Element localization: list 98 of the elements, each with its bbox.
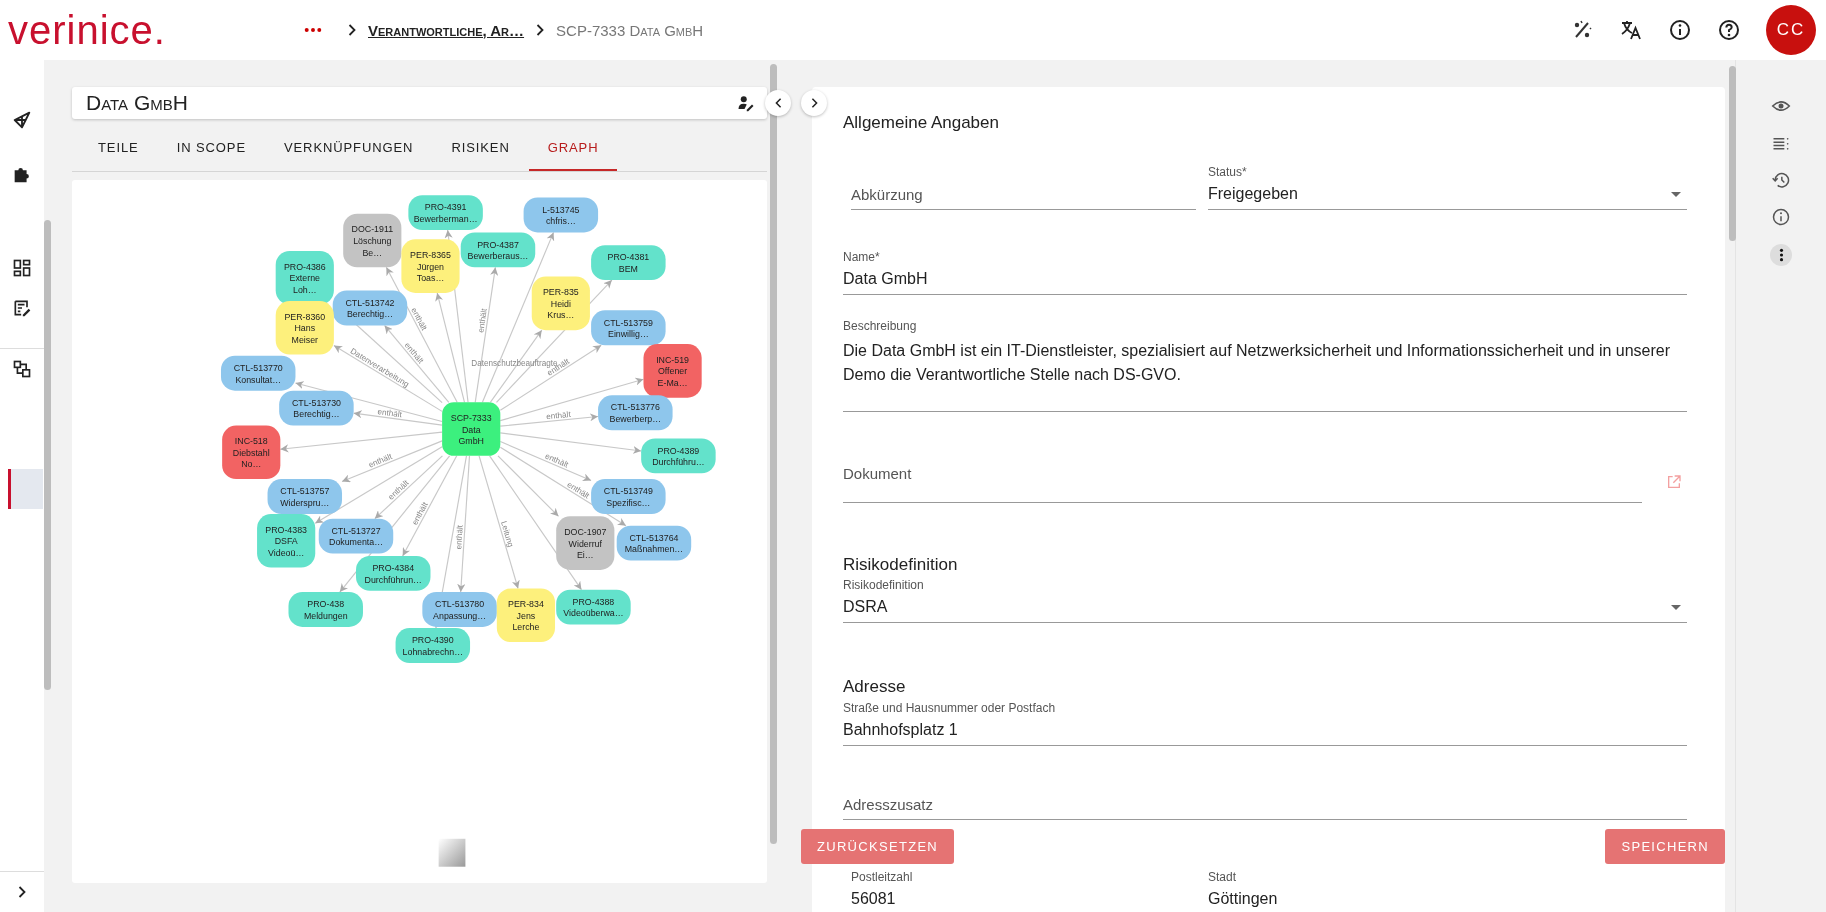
field-label: Straße und Hausnummer oder Postfach xyxy=(843,701,1056,715)
app-logo[interactable]: verinice. xyxy=(8,7,304,53)
graph-node[interactable]: CTL-513770 Konsultat… xyxy=(221,355,296,391)
scrollbar[interactable] xyxy=(770,64,777,844)
edge-label: Leitung xyxy=(499,520,516,549)
graph-node[interactable]: INC-518 Diebstahl No… xyxy=(222,425,281,480)
history-icon[interactable] xyxy=(1771,170,1791,190)
dashboard-icon xyxy=(12,258,32,278)
field-label: Status* xyxy=(1208,165,1247,179)
input-field[interactable]: Name* Data GmbH xyxy=(843,210,1687,295)
field-value: 56081 xyxy=(851,890,896,908)
edge-label: enthält xyxy=(377,407,403,420)
input-field[interactable]: Abkürzung xyxy=(851,147,1196,210)
graph-node[interactable]: PER-8365 Jürgen Toas… xyxy=(401,239,460,293)
graph-node[interactable]: SCP-7333 Data GmbH xyxy=(442,402,501,456)
input-field[interactable]: Risikodefinition DSRA xyxy=(843,577,1687,623)
edit-note-icon xyxy=(12,298,32,318)
graph-node[interactable]: CTL-513780 Anpassung… xyxy=(422,592,497,627)
graph-node[interactable]: INC-519 Offener E-Ma… xyxy=(643,344,702,398)
graph-node[interactable]: PRO-4386 Externe Loh… xyxy=(275,251,334,305)
graph-node[interactable]: PRO-4391 Bewerberman… xyxy=(408,195,483,231)
caret-icon xyxy=(1671,192,1681,197)
field-value: Data GmbH xyxy=(843,270,928,288)
input-field[interactable]: Beschreibung Die Data GmbH ist ein IT-Dienstleister, spezialisiert auf Netzwerksicherheit und Informationssicherheit und in unserer Demo die Verantwortliche Stelle nach DS-GVO. xyxy=(843,295,1687,412)
field-value: DSRA xyxy=(843,598,888,616)
graph-node[interactable]: CTL-513764 Maßnahmen… xyxy=(616,525,692,561)
graph-node[interactable]: PRO-438 Meldungen xyxy=(288,592,363,627)
expand-icon[interactable] xyxy=(18,886,26,898)
more-options-button[interactable] xyxy=(1770,244,1792,266)
graph-node[interactable]: PRO-4387 Bewerberaus… xyxy=(460,232,536,268)
scrollbar[interactable] xyxy=(44,220,51,690)
field-value: Bahnhofsplatz 1 xyxy=(843,721,958,739)
graph-node[interactable]: PRO-4383 DSFA Videoü… xyxy=(257,514,316,568)
graph-node[interactable]: CTL-513742 Berechtig… xyxy=(332,290,408,326)
tab[interactable]: VERKNÜPFUNGEN xyxy=(264,125,433,171)
field-value: Göttingen xyxy=(1208,890,1278,908)
input-field[interactable]: Straße und Hausnummer oder Postfach Bahnhofsplatz 1 xyxy=(843,699,1687,746)
chevron-right-icon xyxy=(348,24,356,36)
input-field[interactable]: Status* Freigegeben xyxy=(1208,147,1687,210)
edge-label: enthält xyxy=(545,409,572,422)
field-label: Postleitzahl xyxy=(851,870,913,884)
collapse-left-button[interactable] xyxy=(765,90,791,116)
graph-node[interactable]: PRO-4388 Videoüberwa… xyxy=(556,589,631,625)
field-label: Dokument xyxy=(843,465,912,482)
edge-label: enthält xyxy=(454,524,465,550)
chevron-left-icon xyxy=(774,98,782,108)
tab[interactable]: GRAPH xyxy=(528,125,618,171)
graph-node[interactable]: DOC-1907 Widerruf Ei… xyxy=(556,516,615,570)
help-icon[interactable] xyxy=(1717,18,1741,42)
section-heading: Risikodefinition xyxy=(843,555,958,575)
graph-node[interactable]: PRO-4381 BEM xyxy=(591,245,666,281)
tab[interactable]: TEILE xyxy=(90,125,158,171)
scrollbar[interactable] xyxy=(1729,66,1736,241)
info-icon[interactable] xyxy=(1668,18,1692,42)
graph-node[interactable]: CTL-513730 Berechtig… xyxy=(279,390,354,426)
edge-label: enthält xyxy=(476,307,489,334)
section-heading: Adresse xyxy=(843,677,906,697)
graph-node[interactable]: PER-8360 Hans Meiser xyxy=(275,301,334,355)
chevron-right-icon xyxy=(536,24,545,36)
graph-node[interactable]: L-513745 chfris… xyxy=(523,197,599,233)
fade-swatch xyxy=(438,838,466,867)
input-field[interactable]: Dokument xyxy=(843,412,1642,503)
graph-node[interactable]: PER-835 Heidi Krus… xyxy=(531,276,590,331)
graph-node[interactable]: PRO-4384 Durchführun… xyxy=(356,555,431,591)
field-label: Adresszusatz xyxy=(843,796,934,813)
input-field[interactable]: Adresszusatz xyxy=(843,746,1687,820)
user-avatar[interactable]: CC xyxy=(1766,5,1816,55)
graph-node[interactable]: PRO-4390 Lohnabrechn… xyxy=(395,628,471,663)
field-label: Beschreibung xyxy=(843,319,917,333)
field-label: Name* xyxy=(843,250,880,264)
object-title: Data GmbH xyxy=(86,91,188,115)
graph-node[interactable]: PER-834 Jens Lerche xyxy=(496,588,555,643)
graph-node[interactable]: DOC-1911 Löschung Be… xyxy=(343,213,402,268)
hierarchy-icon xyxy=(12,359,32,379)
tab[interactable]: RISIKEN xyxy=(432,125,529,171)
breadcrumb-link[interactable]: Verantwortliche, Ar… xyxy=(368,21,525,39)
graph-node[interactable]: CTL-513749 Spezifisc… xyxy=(591,479,666,515)
translate-icon[interactable] xyxy=(1619,18,1643,42)
graph-node[interactable]: CTL-513759 Einwillig… xyxy=(591,310,666,346)
caret-icon xyxy=(1671,605,1681,610)
field-label: Risikodefinition xyxy=(843,578,924,592)
graph-node[interactable]: PRO-4389 Durchführu… xyxy=(641,438,716,474)
field-value: Freigegeben xyxy=(1208,185,1298,203)
graph-node[interactable]: CTL-513776 Bewerberp… xyxy=(598,395,673,431)
field-label: Stadt xyxy=(1208,870,1237,884)
kebab-icon xyxy=(1778,248,1784,262)
chevron-right-icon xyxy=(810,98,818,108)
breadcrumb-current: SCP-7333 Data GmbH xyxy=(556,21,704,39)
field-value: Die Data GmbH ist ein IT-Dienstleister, spezialisiert auf Netzwerksicherheit und Informationssicherheit und in unserer Demo die Verantwortliche Stelle nach DS-GVO. xyxy=(843,341,1672,385)
section-heading: Allgemeine Angaben xyxy=(843,113,999,133)
graph-node[interactable]: CTL-513727 Dokumenta… xyxy=(318,518,394,554)
info-icon[interactable] xyxy=(1771,207,1791,227)
tab[interactable]: IN SCOPE xyxy=(157,125,265,171)
more-icon[interactable] xyxy=(304,27,322,33)
collapse-right-button[interactable] xyxy=(801,90,827,116)
person-edit-icon[interactable] xyxy=(737,94,755,112)
field-label: Abkürzung xyxy=(851,186,923,203)
graph-node[interactable]: CTL-513757 Widerspru… xyxy=(267,479,343,515)
